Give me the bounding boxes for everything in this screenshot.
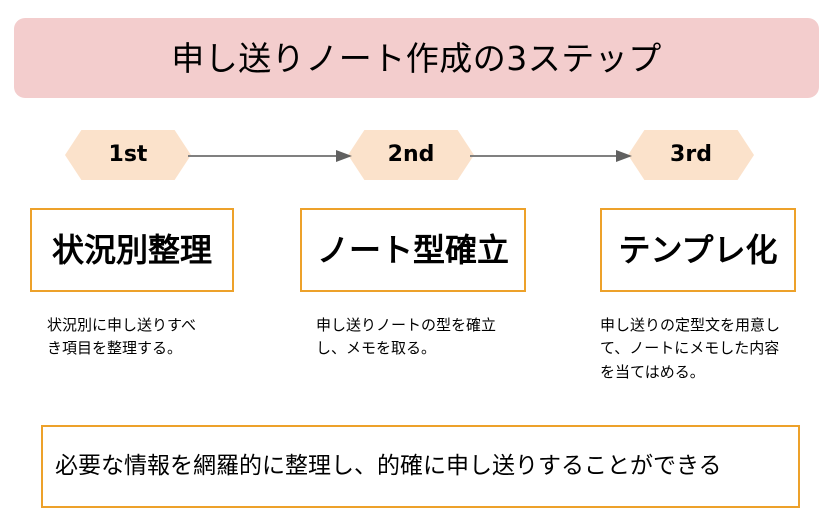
step-marker-hexagon-1: 1st bbox=[65, 130, 191, 180]
step-marker-label-1: 1st bbox=[108, 142, 148, 167]
step-heading-box-1: 状況別整理 bbox=[30, 208, 234, 292]
step-marker-label-3: 3rd bbox=[670, 142, 712, 167]
step-marker-label-2: 2nd bbox=[387, 142, 435, 167]
step-description-1: 状況別に申し送りすべき項目を整理する。 bbox=[47, 316, 196, 358]
step-heading-3: テンプレ化 bbox=[618, 231, 778, 269]
infographic-canvas: 申し送りノート作成の3ステップ 1st 2nd 3rd 状況別整理 ノート型確立… bbox=[0, 0, 837, 521]
step-heading-box-2: ノート型確立 bbox=[300, 208, 526, 292]
step-heading-2: ノート型確立 bbox=[316, 231, 509, 269]
step-marker-hexagon-3: 3rd bbox=[628, 130, 754, 180]
summary-text: 必要な情報を網羅的に整理し、的確に申し送りすることができる bbox=[55, 452, 722, 479]
step-description-3: 申し送りの定型文を用意して、ノートにメモした内容を当てはめる。 bbox=[600, 316, 781, 381]
step-heading-box-3: テンプレ化 bbox=[600, 208, 796, 292]
arrow-right-icon-step2-to-step3 bbox=[470, 150, 632, 162]
step-heading-1: 状況別整理 bbox=[51, 231, 212, 269]
summary-box: 必要な情報を網羅的に整理し、的確に申し送りすることができる bbox=[41, 425, 800, 508]
step-marker-hexagon-2: 2nd bbox=[348, 130, 474, 180]
step-description-2: 申し送りノートの型を確立し、メモを取る。 bbox=[316, 316, 497, 358]
page-title: 申し送りノート作成の3ステップ bbox=[171, 38, 662, 78]
arrow-right-icon-step1-to-step2 bbox=[188, 150, 352, 162]
title-banner: 申し送りノート作成の3ステップ bbox=[14, 18, 819, 98]
